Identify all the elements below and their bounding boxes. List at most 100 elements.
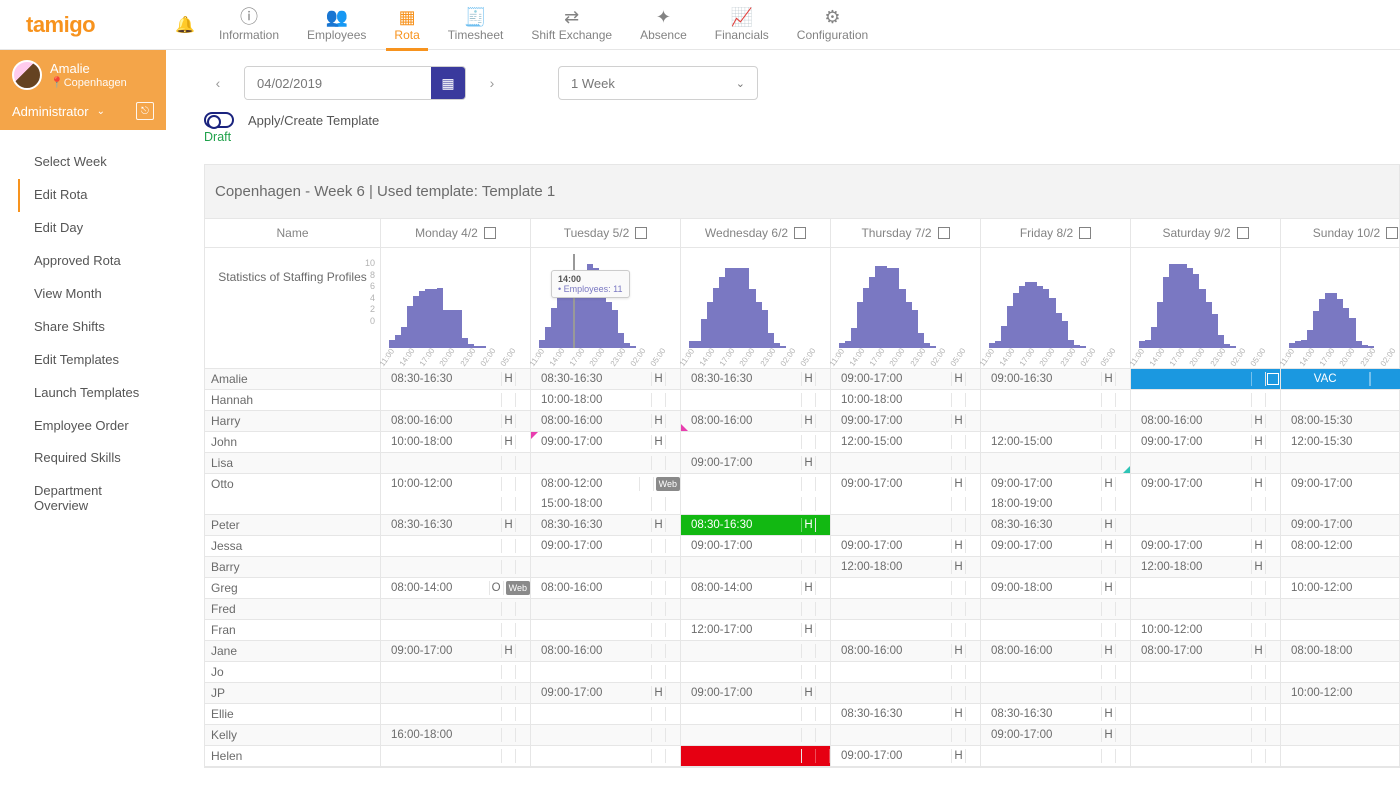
- nav-rota[interactable]: ▦Rota: [380, 0, 433, 50]
- shift-cell[interactable]: 09:00-17:00H: [381, 641, 531, 661]
- shift-cell[interactable]: [981, 620, 1131, 640]
- employee-name[interactable]: Barry: [205, 557, 381, 577]
- employee-name[interactable]: Peter: [205, 515, 381, 535]
- shift-cell[interactable]: [1131, 578, 1281, 598]
- shift-cell[interactable]: [1131, 369, 1281, 389]
- shift-cell[interactable]: 08:00-16:00H: [981, 641, 1131, 661]
- shift-cell[interactable]: 08:00-18:00H: [1281, 641, 1400, 661]
- shift-cell[interactable]: 09:00-17:00: [531, 536, 681, 556]
- shift-cell[interactable]: 09:00-17:00H: [531, 683, 681, 703]
- shift-cell[interactable]: 10:00-12:00: [1131, 620, 1281, 640]
- shift-cell[interactable]: [1281, 725, 1400, 745]
- shift-cell[interactable]: 08:00-12:00Web: [531, 474, 681, 494]
- sidebar-item-edit-rota[interactable]: Edit Rota: [0, 179, 166, 212]
- shift-cell[interactable]: [1281, 557, 1400, 577]
- shift-cell[interactable]: 08:00-16:00: [531, 578, 681, 598]
- day-header[interactable]: Tuesday 5/2: [531, 219, 681, 247]
- shift-cell[interactable]: 09:00-17:00H: [1131, 432, 1281, 452]
- shift-cell[interactable]: 09:00-17:00H: [831, 536, 981, 556]
- note-icon[interactable]: [635, 227, 647, 239]
- shift-cell[interactable]: [981, 599, 1131, 619]
- nav-timesheet[interactable]: 🧾Timesheet: [434, 0, 518, 50]
- shift-cell[interactable]: 12:00-15:00: [981, 432, 1131, 452]
- shift-cell[interactable]: 09:00-18:00H: [981, 578, 1131, 598]
- shift-cell[interactable]: [681, 494, 831, 514]
- shift-cell[interactable]: 12:00-18:00H: [1131, 557, 1281, 577]
- shift-cell[interactable]: [1131, 662, 1281, 682]
- next-week-button[interactable]: ›: [478, 66, 506, 100]
- shift-cell[interactable]: 10:00-12:00: [381, 474, 531, 494]
- date-picker[interactable]: ▦: [244, 66, 466, 100]
- shift-cell[interactable]: [1131, 704, 1281, 724]
- shift-cell[interactable]: 08:30-16:30H: [531, 515, 681, 535]
- shift-cell[interactable]: [831, 683, 981, 703]
- employee-name[interactable]: John: [205, 432, 381, 452]
- shift-cell[interactable]: [531, 662, 681, 682]
- employee-name[interactable]: Harry: [205, 411, 381, 431]
- nav-financials[interactable]: 📈Financials: [701, 0, 783, 50]
- note-icon[interactable]: [938, 227, 950, 239]
- shift-cell[interactable]: [681, 599, 831, 619]
- shift-cell[interactable]: 09:00-17:00H: [981, 536, 1131, 556]
- day-header[interactable]: Thursday 7/2: [831, 219, 981, 247]
- shift-cell[interactable]: [1131, 599, 1281, 619]
- shift-cell[interactable]: [981, 683, 1131, 703]
- sidebar-item-required-skills[interactable]: Required Skills: [0, 442, 166, 475]
- shift-cell[interactable]: 09:00-17:00H: [1281, 515, 1400, 535]
- shift-cell[interactable]: [831, 620, 981, 640]
- shift-cell[interactable]: [1281, 746, 1400, 766]
- shift-cell[interactable]: [681, 725, 831, 745]
- shift-cell[interactable]: [381, 536, 531, 556]
- shift-cell[interactable]: 12:00-15:00: [831, 432, 981, 452]
- shift-cell[interactable]: 09:00-17:00H: [831, 369, 981, 389]
- employee-name[interactable]: Jo: [205, 662, 381, 682]
- shift-cell[interactable]: 10:00-12:00: [1281, 683, 1400, 703]
- shift-cell[interactable]: [1131, 494, 1281, 514]
- note-icon[interactable]: [1267, 373, 1279, 385]
- shift-cell[interactable]: 09:00-17:00: [681, 536, 831, 556]
- shift-cell[interactable]: 08:30-16:30H: [681, 369, 831, 389]
- shift-cell[interactable]: 08:00-16:00: [531, 641, 681, 661]
- shift-cell[interactable]: 16:00-18:00: [381, 725, 531, 745]
- shift-cell[interactable]: [681, 641, 831, 661]
- shift-cell[interactable]: [681, 390, 831, 410]
- shift-cell[interactable]: [381, 704, 531, 724]
- shift-cell[interactable]: [981, 662, 1131, 682]
- shift-cell[interactable]: [831, 662, 981, 682]
- shift-cell[interactable]: [831, 599, 981, 619]
- shift-cell[interactable]: [1281, 390, 1400, 410]
- shift-cell[interactable]: 08:30-16:30H: [381, 369, 531, 389]
- note-icon[interactable]: [1386, 227, 1398, 239]
- employee-name[interactable]: Otto: [205, 474, 381, 514]
- shift-cell[interactable]: [381, 453, 531, 473]
- shift-cell[interactable]: [1281, 599, 1400, 619]
- employee-name[interactable]: Ellie: [205, 704, 381, 724]
- apply-template-toggle[interactable]: [204, 112, 234, 128]
- shift-cell[interactable]: 08:00-16:00H: [1131, 411, 1281, 431]
- shift-cell[interactable]: [531, 620, 681, 640]
- shift-cell[interactable]: [381, 746, 531, 766]
- shift-cell[interactable]: [1281, 704, 1400, 724]
- day-header[interactable]: Saturday 9/2: [1131, 219, 1281, 247]
- shift-cell[interactable]: [531, 557, 681, 577]
- shift-cell[interactable]: [1131, 453, 1281, 473]
- shift-cell[interactable]: [681, 474, 831, 494]
- shift-cell[interactable]: 08:00-16:00H: [381, 411, 531, 431]
- shift-cell[interactable]: 09:00-17:00H: [831, 474, 981, 494]
- sidebar-item-approved-rota[interactable]: Approved Rota: [0, 245, 166, 278]
- shift-cell[interactable]: [981, 557, 1131, 577]
- shift-cell[interactable]: [681, 704, 831, 724]
- note-icon[interactable]: [794, 227, 806, 239]
- shift-cell[interactable]: [831, 515, 981, 535]
- shift-cell[interactable]: [1281, 662, 1400, 682]
- employee-name[interactable]: Fred: [205, 599, 381, 619]
- shift-cell[interactable]: [831, 725, 981, 745]
- prev-week-button[interactable]: ‹: [204, 66, 232, 100]
- role-selector[interactable]: Administrator ⌄ ⎋: [12, 102, 154, 120]
- sidebar-item-edit-day[interactable]: Edit Day: [0, 212, 166, 245]
- date-input[interactable]: [245, 67, 431, 99]
- note-icon[interactable]: [1237, 227, 1249, 239]
- shift-cell[interactable]: [1131, 725, 1281, 745]
- shift-cell[interactable]: [681, 557, 831, 577]
- shift-cell[interactable]: [981, 746, 1131, 766]
